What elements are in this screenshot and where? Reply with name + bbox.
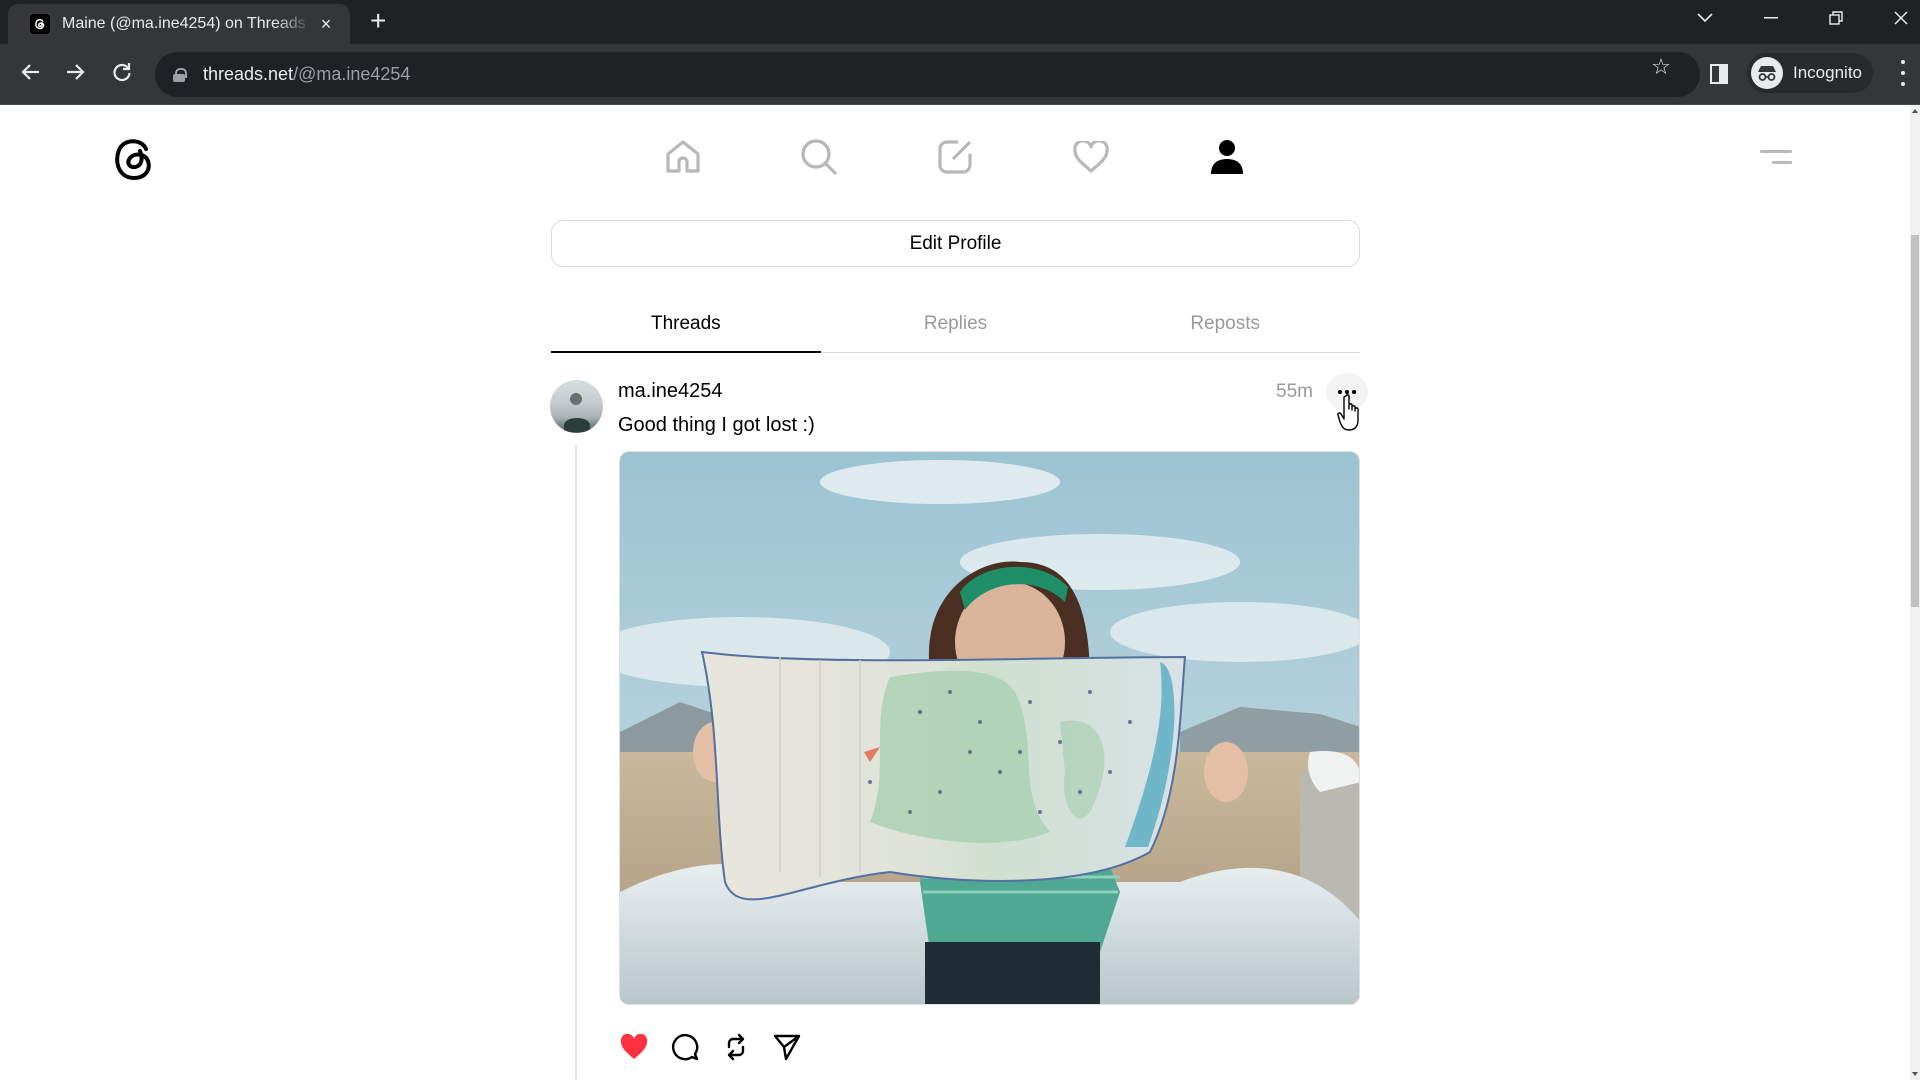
nav-search-icon[interactable] xyxy=(796,134,842,180)
post-author-avatar[interactable] xyxy=(550,380,603,433)
scroll-down-arrow-icon[interactable] xyxy=(1912,1072,1918,1076)
post-more-options-button[interactable] xyxy=(1326,373,1368,411)
minimize-icon[interactable] xyxy=(1746,0,1796,36)
browser-toolbar: threads.net/@ma.ine4254 ☆ Incognito xyxy=(0,44,1920,105)
tab-search-chevron-icon[interactable] xyxy=(1680,0,1730,36)
repost-icon[interactable] xyxy=(721,1032,751,1062)
nav-compose-icon[interactable] xyxy=(932,134,978,180)
comment-icon[interactable] xyxy=(670,1032,700,1062)
thread-line xyxy=(575,445,577,1080)
nav-profile-icon[interactable] xyxy=(1204,134,1250,180)
incognito-icon xyxy=(1751,57,1783,89)
nav-home-icon[interactable] xyxy=(660,134,706,180)
scroll-thumb[interactable] xyxy=(1911,235,1919,607)
reload-icon[interactable] xyxy=(104,54,140,90)
browser-tabstrip: Maine (@ma.ine4254) on Threads × + xyxy=(0,0,1920,44)
profile-tabs: Threads Replies Reposts xyxy=(551,295,1360,353)
url-path: /@ma.ine4254 xyxy=(293,64,411,84)
tab-threads[interactable]: Threads xyxy=(551,295,821,353)
incognito-label: Incognito xyxy=(1793,63,1862,82)
new-tab-button[interactable]: + xyxy=(370,6,386,36)
post-image[interactable] xyxy=(619,451,1360,1005)
browser-tab[interactable]: Maine (@ma.ine4254) on Threads × xyxy=(8,4,350,44)
close-window-icon[interactable] xyxy=(1876,0,1920,36)
edit-profile-button[interactable]: Edit Profile xyxy=(551,220,1360,267)
hamburger-menu-icon[interactable] xyxy=(1756,146,1796,170)
tab-replies[interactable]: Replies xyxy=(821,295,1091,352)
like-heart-filled-icon[interactable] xyxy=(619,1032,649,1062)
forward-arrow-icon[interactable] xyxy=(58,54,94,90)
restore-icon[interactable] xyxy=(1811,0,1861,36)
threads-favicon-icon xyxy=(30,14,50,34)
lock-icon xyxy=(173,67,187,82)
page-scrollbar[interactable] xyxy=(1910,105,1920,1080)
tab-close-icon[interactable]: × xyxy=(316,14,336,35)
threads-logo-icon[interactable] xyxy=(112,134,156,182)
bookmark-star-icon[interactable]: ☆ xyxy=(1648,54,1674,80)
incognito-button[interactable]: Incognito xyxy=(1747,53,1873,93)
address-bar[interactable]: threads.net/@ma.ine4254 xyxy=(155,52,1700,97)
scroll-up-arrow-icon[interactable] xyxy=(1912,109,1918,113)
post-text: Good thing I got lost :) xyxy=(618,414,815,436)
side-panel-icon[interactable] xyxy=(1710,64,1728,84)
nav-activity-heart-icon[interactable] xyxy=(1068,134,1114,180)
share-send-icon[interactable] xyxy=(772,1032,802,1062)
back-arrow-icon[interactable] xyxy=(12,54,48,90)
tab-reposts[interactable]: Reposts xyxy=(1090,295,1360,352)
map-photo xyxy=(620,452,1359,1004)
browser-menu-icon[interactable] xyxy=(1896,60,1910,86)
tab-title: Maine (@ma.ine4254) on Threads xyxy=(62,15,306,32)
post-timestamp: 55m xyxy=(1276,381,1313,402)
post-username[interactable]: ma.ine4254 xyxy=(618,380,723,403)
url-host: threads.net xyxy=(203,64,294,84)
